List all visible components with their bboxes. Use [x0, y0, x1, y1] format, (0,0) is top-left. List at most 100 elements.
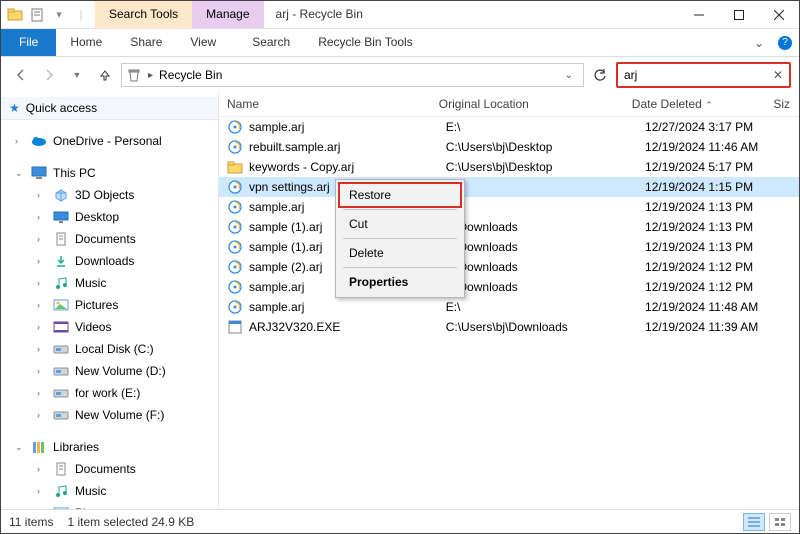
file-original-location: bj\Downloads — [438, 260, 637, 274]
file-row[interactable]: rebuilt.sample.arjC:\Users\bj\Desktop12/… — [219, 137, 799, 157]
nav-item[interactable]: ›New Volume (D:) — [1, 360, 218, 382]
expand-icon[interactable]: › — [37, 344, 47, 354]
file-row[interactable]: sample (2).arj bj\Downloads12/19/2024 1:… — [219, 257, 799, 277]
file-row[interactable]: vpn settings.arjE:\12/19/2024 1:15 PM — [219, 177, 799, 197]
nav-item[interactable]: ›Downloads — [1, 250, 218, 272]
file-row[interactable]: sample.arj12/19/2024 1:13 PM — [219, 197, 799, 217]
address-dropdown-icon[interactable]: ⌄ — [559, 70, 579, 81]
file-row[interactable]: sample.arj bj\Downloads12/19/2024 1:12 P… — [219, 277, 799, 297]
file-original-location: C:\Users\bj\Downloads — [438, 320, 637, 334]
collapse-icon[interactable]: ⌄ — [15, 442, 25, 453]
tab-share[interactable]: Share — [116, 29, 176, 56]
nav-this-pc[interactable]: ⌄ This PC — [1, 162, 218, 184]
tab-view[interactable]: View — [176, 29, 230, 56]
file-row[interactable]: ARJ32V320.EXEC:\Users\bj\Downloads12/19/… — [219, 317, 799, 337]
search-box[interactable]: arj ✕ — [616, 62, 791, 88]
nav-item[interactable]: › Desktop — [1, 206, 218, 228]
nav-item[interactable]: ›Local Disk (C:) — [1, 338, 218, 360]
nav-item[interactable]: ›Documents — [1, 228, 218, 250]
search-query[interactable]: arj — [624, 68, 773, 82]
quick-access-toolbar: ▾ | — [1, 1, 95, 28]
nav-item-label: Documents — [75, 462, 136, 476]
ribbon-tabs: File Home Share View Search Recycle Bin … — [1, 29, 799, 57]
nav-label: Libraries — [53, 440, 99, 454]
tab-recycle-bin-tools[interactable]: Recycle Bin Tools — [304, 29, 427, 56]
clear-search-icon[interactable]: ✕ — [773, 68, 783, 82]
expand-icon[interactable]: › — [37, 366, 47, 376]
expand-icon[interactable]: › — [15, 136, 25, 146]
nav-item[interactable]: ›Videos — [1, 316, 218, 338]
column-date-deleted[interactable]: Date Deleted ⌃ — [624, 93, 766, 116]
expand-icon[interactable]: › — [37, 234, 47, 244]
nav-item-label: for work (E:) — [75, 386, 140, 400]
menu-cut[interactable]: Cut — [339, 212, 461, 236]
expand-icon[interactable]: › — [37, 256, 47, 266]
back-button[interactable] — [9, 63, 33, 87]
expand-icon[interactable]: › — [37, 464, 47, 474]
file-row[interactable]: sample.arjE:\12/27/2024 3:17 PM — [219, 117, 799, 137]
file-row[interactable]: sample.arjE:\12/19/2024 11:48 AM — [219, 297, 799, 317]
expand-icon[interactable]: › — [37, 278, 47, 288]
nav-onedrive[interactable]: › OneDrive - Personal — [1, 130, 218, 152]
help-button[interactable]: ? — [771, 29, 799, 56]
close-button[interactable] — [759, 1, 799, 28]
file-name: sample.arj — [249, 200, 304, 214]
column-name[interactable]: Name — [219, 93, 431, 116]
nav-item-label: Pictures — [75, 298, 118, 312]
menu-delete[interactable]: Delete — [339, 241, 461, 265]
nav-item[interactable]: › Documents — [1, 458, 218, 480]
breadcrumb-location[interactable]: Recycle Bin — [155, 68, 226, 82]
column-original-location[interactable]: Original Location — [431, 93, 624, 116]
tab-search[interactable]: Search — [238, 29, 304, 56]
file-icon — [227, 179, 243, 195]
expand-icon[interactable]: › — [37, 388, 47, 398]
nav-item-icon — [53, 483, 69, 499]
refresh-button[interactable] — [588, 63, 612, 87]
file-rows[interactable]: sample.arjE:\12/27/2024 3:17 PMrebuilt.s… — [219, 117, 799, 337]
nav-item[interactable]: ›New Volume (F:) — [1, 404, 218, 426]
nav-item-icon — [53, 209, 69, 225]
up-button[interactable] — [93, 63, 117, 87]
menu-restore[interactable]: Restore — [339, 183, 461, 207]
view-large-icons-button[interactable] — [769, 513, 791, 531]
tab-file[interactable]: File — [1, 29, 56, 56]
expand-icon[interactable]: › — [37, 322, 47, 332]
file-row[interactable]: sample (1).arj bj\Downloads12/19/2024 1:… — [219, 217, 799, 237]
nav-item[interactable]: › Pictures — [1, 294, 218, 316]
file-icon — [227, 219, 243, 235]
nav-item[interactable]: ›Music — [1, 272, 218, 294]
breadcrumb-chevron-icon[interactable]: ▸ — [146, 70, 155, 81]
recent-locations-button[interactable]: ▼ — [65, 63, 89, 87]
file-row[interactable]: keywords - Copy.arjC:\Users\bj\Desktop12… — [219, 157, 799, 177]
forward-button[interactable] — [37, 63, 61, 87]
navigation-pane[interactable]: ★ Quick access › OneDrive - Personal ⌄ T… — [1, 93, 219, 511]
expand-icon[interactable]: › — [37, 486, 47, 496]
qat-dropdown-icon[interactable]: ▾ — [51, 7, 67, 23]
nav-item[interactable]: ›3D Objects — [1, 184, 218, 206]
minimize-button[interactable] — [679, 1, 719, 28]
maximize-button[interactable] — [719, 1, 759, 28]
expand-icon[interactable]: › — [37, 190, 47, 200]
expand-icon[interactable]: › — [37, 212, 47, 222]
nav-libraries[interactable]: ⌄ Libraries — [1, 436, 218, 458]
expand-icon[interactable]: › — [37, 410, 47, 420]
nav-item-label: Desktop — [75, 210, 119, 224]
properties-icon[interactable] — [29, 7, 45, 23]
title-bar: ▾ | Search Tools Manage arj - Recycle Bi… — [1, 1, 799, 29]
collapse-icon[interactable]: ⌄ — [15, 168, 25, 179]
nav-item-label: Music — [75, 484, 106, 498]
file-row[interactable]: sample (1).arj bj\Downloads12/19/2024 1:… — [219, 237, 799, 257]
column-size[interactable]: Siz — [765, 93, 799, 116]
menu-separator — [343, 209, 457, 210]
address-bar[interactable]: ▸ Recycle Bin ⌄ — [121, 63, 584, 87]
nav-item[interactable]: › for work (E:) — [1, 382, 218, 404]
quick-access-header[interactable]: ★ Quick access — [1, 97, 218, 120]
menu-properties[interactable]: Properties — [339, 270, 461, 294]
ribbon-expand-icon[interactable]: ⌄ — [747, 29, 771, 56]
file-original-location: C:\Users\bj\Desktop — [438, 160, 637, 174]
expand-icon[interactable]: › — [37, 300, 47, 310]
nav-item[interactable]: › Music — [1, 480, 218, 502]
tab-home[interactable]: Home — [56, 29, 116, 56]
file-icon — [227, 159, 243, 175]
view-details-button[interactable] — [743, 513, 765, 531]
